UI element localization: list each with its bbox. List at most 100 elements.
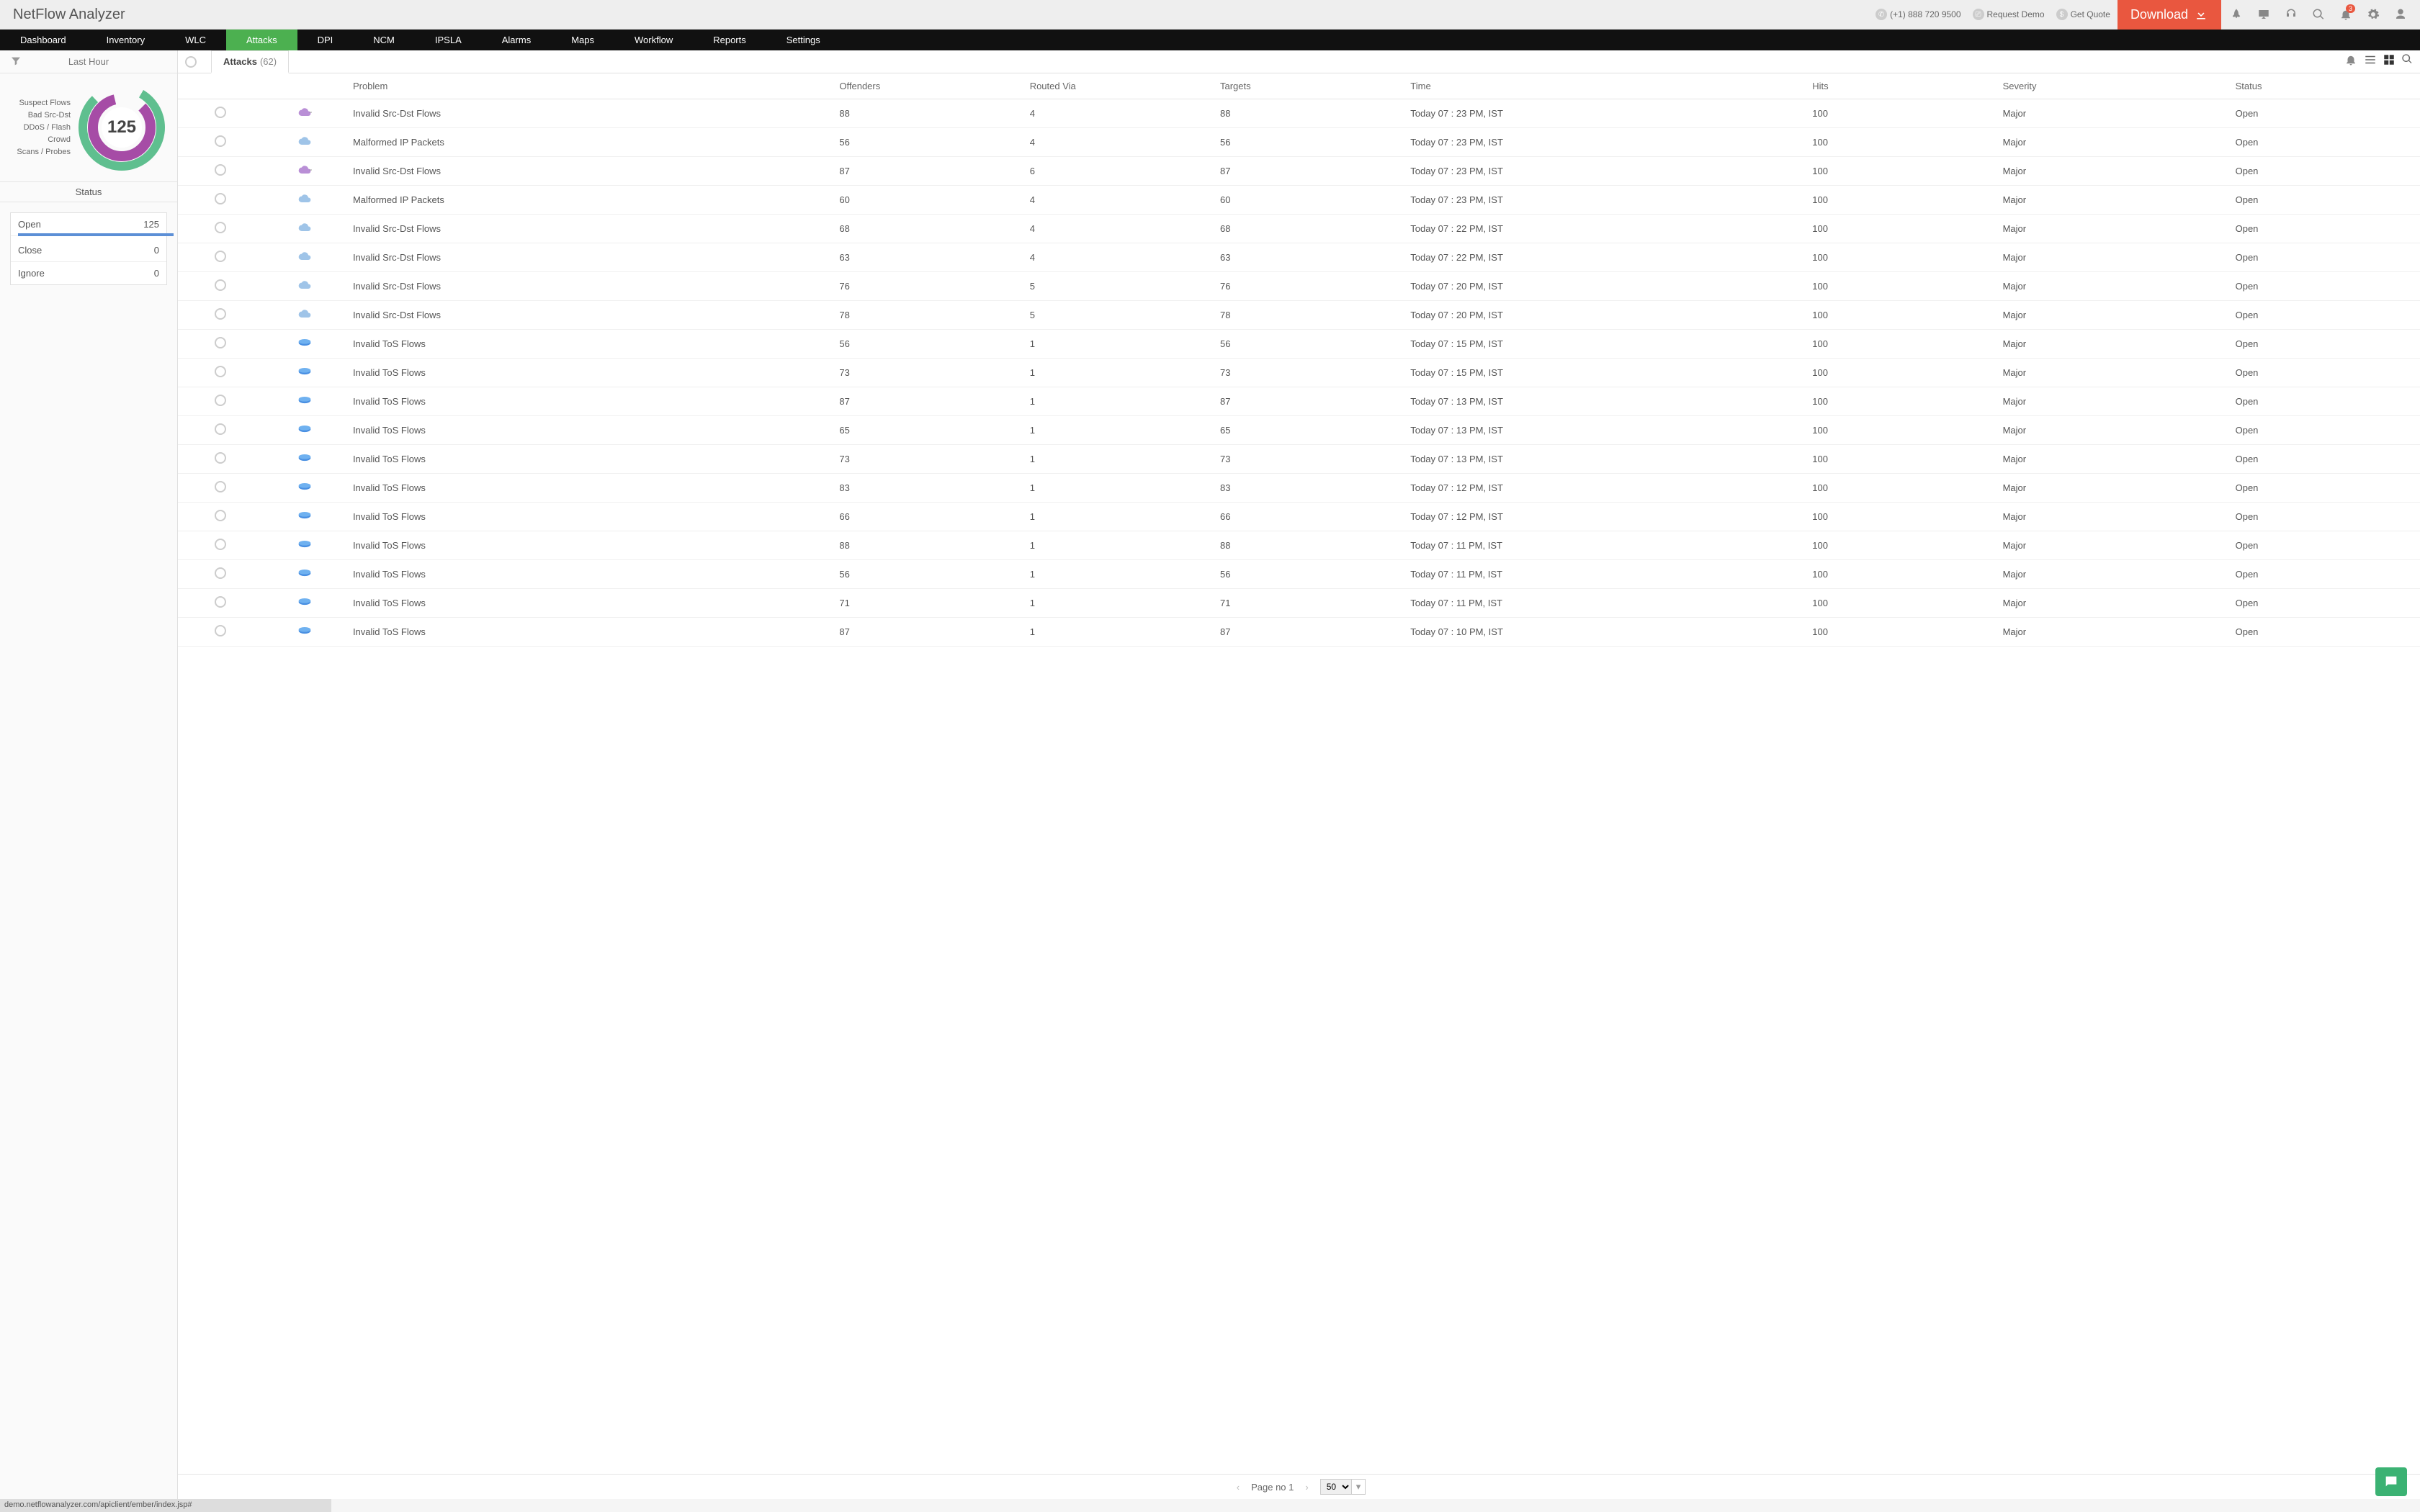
nav-inventory[interactable]: Inventory (86, 30, 165, 50)
table-row[interactable]: Invalid ToS Flows87187Today 07 : 13 PM, … (178, 387, 2420, 416)
cell-severity: Major (1997, 243, 2230, 272)
table-row[interactable]: Invalid Src-Dst Flows63463Today 07 : 22 … (178, 243, 2420, 272)
column-header[interactable]: Hits (1806, 73, 1996, 99)
page-size-select[interactable]: 50▾ (1320, 1479, 1366, 1495)
cell-severity: Major (1997, 387, 2230, 416)
table-row[interactable]: Malformed IP Packets56456Today 07 : 23 P… (178, 128, 2420, 157)
cell-targets: 78 (1214, 301, 1404, 330)
row-checkbox[interactable] (215, 452, 226, 464)
row-checkbox[interactable] (215, 107, 226, 118)
row-checkbox[interactable] (215, 222, 226, 233)
presentation-icon[interactable] (2251, 0, 2276, 30)
row-checkbox[interactable] (215, 308, 226, 320)
request-demo-link[interactable]: ⎚Request Demo (1968, 6, 2049, 23)
cell-offenders: 88 (833, 99, 1023, 128)
cell-targets: 73 (1214, 445, 1404, 474)
time-filter[interactable]: Last Hour (0, 50, 177, 73)
tab-attacks[interactable]: Attacks (62) (211, 50, 289, 73)
search-icon[interactable] (2306, 0, 2331, 30)
table-row[interactable]: Invalid ToS Flows87187Today 07 : 10 PM, … (178, 618, 2420, 647)
row-checkbox[interactable] (215, 539, 226, 550)
settings-gear-icon[interactable] (2361, 0, 2385, 30)
status-row[interactable]: Close0 (11, 239, 166, 262)
row-checkbox[interactable] (215, 337, 226, 348)
table-row[interactable]: Invalid Src-Dst Flows87687Today 07 : 23 … (178, 157, 2420, 186)
table-row[interactable]: Invalid ToS Flows73173Today 07 : 13 PM, … (178, 445, 2420, 474)
cell-routed: 4 (1024, 215, 1214, 243)
row-checkbox[interactable] (215, 193, 226, 204)
headset-icon[interactable] (2279, 0, 2303, 30)
column-header[interactable]: Targets (1214, 73, 1404, 99)
nav-dpi[interactable]: DPI (297, 30, 354, 50)
table-row[interactable]: Invalid Src-Dst Flows78578Today 07 : 20 … (178, 301, 2420, 330)
device-icon (297, 107, 312, 117)
column-header[interactable]: Status (2230, 73, 2420, 99)
column-header[interactable]: Routed Via (1024, 73, 1214, 99)
table-row[interactable]: Invalid ToS Flows56156Today 07 : 15 PM, … (178, 330, 2420, 359)
search-table-icon[interactable] (2401, 53, 2413, 68)
table-row[interactable]: Invalid Src-Dst Flows88488Today 07 : 23 … (178, 99, 2420, 128)
row-checkbox[interactable] (215, 510, 226, 521)
column-header[interactable]: Severity (1997, 73, 2230, 99)
table-row[interactable]: Invalid ToS Flows73173Today 07 : 15 PM, … (178, 359, 2420, 387)
row-checkbox[interactable] (215, 395, 226, 406)
column-header[interactable]: Problem (347, 73, 833, 99)
table-row[interactable]: Invalid ToS Flows65165Today 07 : 13 PM, … (178, 416, 2420, 445)
chat-fab[interactable] (2375, 1467, 2407, 1496)
nav-ncm[interactable]: NCM (353, 30, 415, 50)
attacks-table-wrap[interactable]: ProblemOffendersRouted ViaTargetsTimeHit… (178, 73, 2420, 1474)
download-button[interactable]: Download (2118, 0, 2221, 30)
table-row[interactable]: Invalid Src-Dst Flows76576Today 07 : 20 … (178, 272, 2420, 301)
nav-settings[interactable]: Settings (766, 30, 841, 50)
notifications-icon[interactable]: 3 (2334, 0, 2358, 30)
row-checkbox[interactable] (215, 366, 226, 377)
status-row[interactable]: Ignore0 (11, 262, 166, 284)
row-checkbox[interactable] (215, 279, 226, 291)
get-quote-link[interactable]: $Get Quote (2052, 6, 2115, 23)
list-view-icon[interactable] (2364, 53, 2377, 68)
alert-config-icon[interactable] (2344, 53, 2358, 68)
row-checkbox[interactable] (215, 164, 226, 176)
table-row[interactable]: Invalid ToS Flows56156Today 07 : 11 PM, … (178, 560, 2420, 589)
row-checkbox[interactable] (215, 423, 226, 435)
cell-status: Open (2230, 301, 2420, 330)
cell-time: Today 07 : 11 PM, IST (1404, 560, 1806, 589)
next-page-button[interactable]: › (1301, 1482, 1312, 1493)
table-row[interactable]: Invalid Src-Dst Flows68468Today 07 : 22 … (178, 215, 2420, 243)
cell-hits: 100 (1806, 99, 1996, 128)
table-row[interactable]: Invalid ToS Flows71171Today 07 : 11 PM, … (178, 589, 2420, 618)
column-header[interactable] (178, 73, 262, 99)
table-row[interactable]: Invalid ToS Flows66166Today 07 : 12 PM, … (178, 503, 2420, 531)
nav-workflow[interactable]: Workflow (614, 30, 693, 50)
nav-maps[interactable]: Maps (551, 30, 614, 50)
cell-problem: Invalid Src-Dst Flows (347, 99, 833, 128)
column-header[interactable]: Offenders (833, 73, 1023, 99)
column-header[interactable] (262, 73, 346, 99)
phone-link[interactable]: ✆(+1) 888 720 9500 (1871, 6, 1965, 23)
nav-attacks[interactable]: Attacks (226, 30, 297, 50)
cell-routed: 1 (1024, 589, 1214, 618)
column-header[interactable]: Time (1404, 73, 1806, 99)
row-checkbox[interactable] (215, 251, 226, 262)
cell-routed: 5 (1024, 272, 1214, 301)
nav-dashboard[interactable]: Dashboard (0, 30, 86, 50)
table-row[interactable]: Invalid ToS Flows83183Today 07 : 12 PM, … (178, 474, 2420, 503)
prev-page-button[interactable]: ‹ (1232, 1482, 1244, 1493)
row-checkbox[interactable] (215, 625, 226, 636)
table-row[interactable]: Invalid ToS Flows88188Today 07 : 11 PM, … (178, 531, 2420, 560)
row-checkbox[interactable] (215, 596, 226, 608)
nav-alarms[interactable]: Alarms (482, 30, 551, 50)
row-checkbox[interactable] (215, 567, 226, 579)
row-checkbox[interactable] (215, 481, 226, 492)
nav-ipsla[interactable]: IPSLA (415, 30, 482, 50)
nav-reports[interactable]: Reports (693, 30, 766, 50)
row-checkbox[interactable] (215, 135, 226, 147)
cell-hits: 100 (1806, 445, 1996, 474)
rocket-icon[interactable] (2224, 0, 2249, 30)
select-all-checkbox[interactable] (185, 56, 197, 68)
cell-routed: 1 (1024, 330, 1214, 359)
user-avatar-icon[interactable] (2388, 0, 2413, 30)
nav-wlc[interactable]: WLC (165, 30, 226, 50)
table-row[interactable]: Malformed IP Packets60460Today 07 : 23 P… (178, 186, 2420, 215)
grid-view-icon[interactable] (2383, 53, 2396, 68)
